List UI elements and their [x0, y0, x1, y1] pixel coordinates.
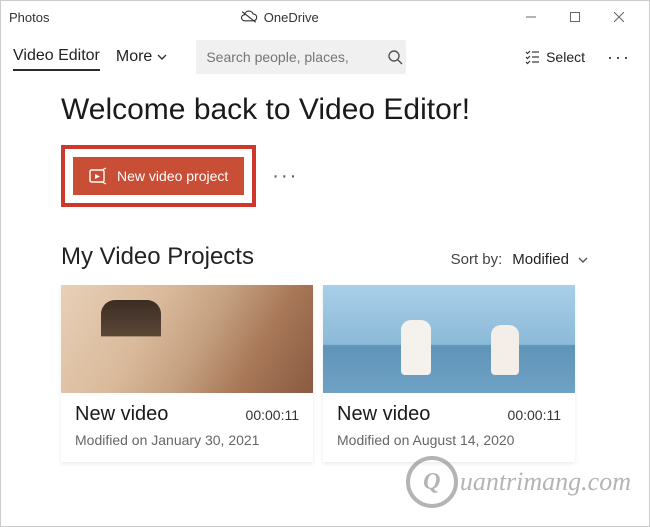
maximize-button[interactable]	[553, 1, 597, 33]
toolbar: Video Editor More Select ···	[1, 33, 649, 81]
search-icon[interactable]	[387, 49, 403, 65]
more-label: More	[116, 48, 152, 66]
project-duration: 00:00:11	[246, 407, 299, 423]
project-title: New video	[337, 403, 430, 426]
sort-dropdown[interactable]: Modified	[512, 251, 589, 268]
project-modified: Modified on August 14, 2020	[337, 432, 561, 448]
chevron-down-icon	[156, 51, 168, 63]
project-card[interactable]: New video 00:00:11 Modified on August 14…	[323, 285, 575, 462]
cloud-off-icon	[240, 10, 258, 24]
close-button[interactable]	[597, 1, 641, 33]
title-bar: Photos OneDrive	[1, 1, 649, 33]
sort-label: Sort by:	[451, 251, 503, 268]
projects-heading: My Video Projects	[61, 243, 254, 271]
project-title: New video	[75, 403, 168, 426]
checklist-icon	[524, 49, 540, 65]
projects-header: My Video Projects Sort by: Modified	[61, 243, 589, 271]
select-label: Select	[546, 49, 585, 65]
onedrive-label: OneDrive	[264, 10, 319, 25]
project-duration: 00:00:11	[508, 407, 561, 423]
onedrive-status[interactable]: OneDrive	[49, 10, 509, 25]
new-project-more-button[interactable]: ···	[272, 165, 298, 188]
search-input[interactable]	[206, 49, 387, 65]
project-card-body: New video 00:00:11 Modified on August 14…	[323, 393, 575, 462]
project-thumbnail	[61, 285, 313, 393]
project-card[interactable]: New video 00:00:11 Modified on January 3…	[61, 285, 313, 462]
minimize-button[interactable]	[509, 1, 553, 33]
select-button[interactable]: Select	[524, 49, 585, 65]
watermark-letter: Q	[423, 469, 440, 496]
watermark: Q uantrimang.com	[406, 456, 631, 508]
more-menu[interactable]: More	[116, 48, 168, 66]
window-controls	[509, 1, 641, 33]
chevron-down-icon	[577, 254, 589, 266]
project-modified: Modified on January 30, 2021	[75, 432, 299, 448]
tab-video-editor[interactable]: Video Editor	[13, 43, 100, 71]
sort-value: Modified	[512, 251, 569, 268]
sort-control: Sort by: Modified	[451, 251, 589, 268]
new-project-row: New video project ···	[61, 145, 589, 207]
project-grid: New video 00:00:11 Modified on January 3…	[61, 285, 589, 462]
search-box[interactable]	[196, 40, 406, 74]
app-name: Photos	[9, 10, 49, 25]
project-thumbnail	[323, 285, 575, 393]
new-video-project-button[interactable]: New video project	[73, 157, 244, 195]
project-card-body: New video 00:00:11 Modified on January 3…	[61, 393, 313, 462]
welcome-heading: Welcome back to Video Editor!	[61, 93, 589, 127]
new-project-label: New video project	[117, 168, 228, 184]
highlight-annotation: New video project	[61, 145, 256, 207]
main-content: Welcome back to Video Editor! New video …	[1, 81, 649, 462]
video-project-icon	[89, 167, 107, 185]
watermark-text: uantrimang.com	[460, 467, 631, 497]
more-options-button[interactable]: ···	[601, 47, 637, 68]
watermark-logo-icon: Q	[406, 456, 458, 508]
